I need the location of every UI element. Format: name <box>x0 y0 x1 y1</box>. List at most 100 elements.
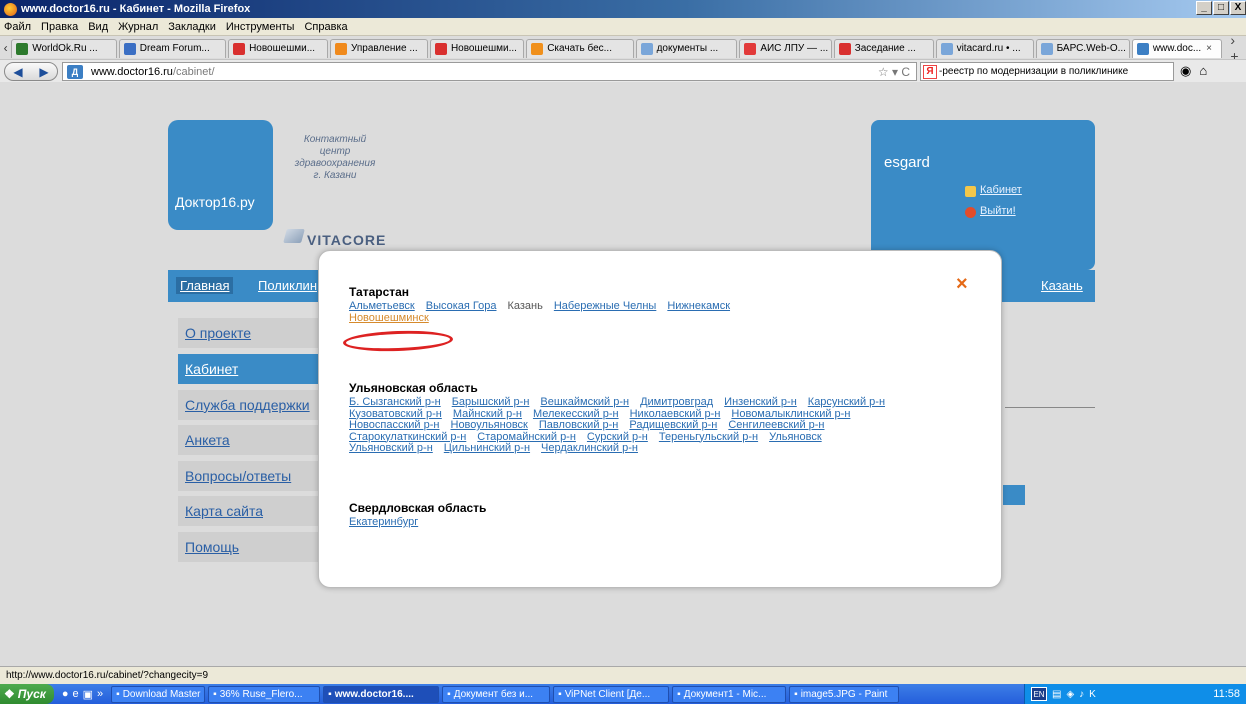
city-link[interactable]: Инзенский р-н <box>724 396 797 408</box>
city-link[interactable]: Ульяновск <box>769 431 822 443</box>
back-arrow-icon[interactable]: ◀ <box>13 65 22 79</box>
city-link[interactable]: Б. Сызганский р-н <box>349 396 441 408</box>
language-indicator[interactable]: EN <box>1031 687 1047 701</box>
logo-block[interactable] <box>168 120 273 230</box>
city-link[interactable]: Кузоватовский р-н <box>349 408 442 420</box>
city-link[interactable]: Ульяновский р-н <box>349 442 433 454</box>
taskbar-button[interactable]: ▪ www.doctor16.... <box>323 685 440 703</box>
browser-tab[interactable]: vitacard.ru • ... <box>935 38 1034 58</box>
tab-close-icon[interactable]: × <box>1206 43 1212 54</box>
forward-arrow-icon[interactable]: ▶ <box>39 65 48 79</box>
city-link[interactable]: Новошешминск <box>349 312 429 324</box>
tagline-line: Контактный <box>303 134 367 145</box>
city-link[interactable]: Димитровград <box>640 396 713 408</box>
menu-file[interactable]: Файл <box>4 21 31 33</box>
browser-tab[interactable]: документы ... <box>635 38 738 58</box>
city-link[interactable]: Сурский р-н <box>587 431 648 443</box>
site-logo[interactable]: Доктор16.ру <box>175 194 255 210</box>
browser-tab[interactable]: Скачать бес... <box>526 38 634 58</box>
tray-volume-icon[interactable]: ♪ <box>1079 689 1084 700</box>
city-link[interactable]: Нижнекамск <box>667 300 730 312</box>
divider <box>1005 407 1095 408</box>
browser-tab[interactable]: Заседание ... <box>833 38 934 58</box>
menu-help[interactable]: Справка <box>304 21 347 33</box>
sidebar-item[interactable]: Анкета <box>178 425 318 455</box>
menu-view[interactable]: Вид <box>88 21 108 33</box>
menu-edit[interactable]: Правка <box>41 21 78 33</box>
city-link[interactable]: Барышский р-н <box>452 396 530 408</box>
city-link[interactable]: Сенгилеевский р-н <box>728 419 824 431</box>
browser-tab[interactable]: Управление ... <box>329 38 428 58</box>
nav-main[interactable]: Главная <box>176 277 234 294</box>
browser-tab[interactable]: www.doc... × <box>1131 38 1223 58</box>
tab-favicon-icon <box>1136 42 1149 55</box>
menu-bookmarks[interactable]: Закладки <box>168 21 216 33</box>
tray-shield-icon[interactable]: ◈ <box>1066 689 1074 700</box>
city-link[interactable]: Вешкаймский р-н <box>540 396 629 408</box>
city-link[interactable]: Новоспасский р-н <box>349 419 440 431</box>
city-link[interactable]: Цильнинский р-н <box>444 442 530 454</box>
menu-history[interactable]: Журнал <box>118 21 158 33</box>
browser-icon[interactable]: ● <box>62 688 69 701</box>
browser-tab[interactable]: WorldOk.Ru ... <box>11 38 117 58</box>
logout-link[interactable]: Выйти! <box>980 205 1016 217</box>
browser-tab[interactable]: Новошешми... <box>228 38 328 58</box>
search-input[interactable]: -реестр по модернизации в поликлинике <box>939 66 1128 77</box>
start-button[interactable]: ❖ Пуск <box>0 684 54 704</box>
sidebar-item[interactable]: Помощь <box>178 532 318 562</box>
ie-icon[interactable]: e <box>72 688 78 701</box>
cabinet-link[interactable]: Кабинет <box>980 184 1022 196</box>
browser-tab[interactable]: АИС ЛПУ — ... <box>739 38 832 58</box>
city-link[interactable]: Старокулаткинский р-н <box>349 431 466 443</box>
browser-tab[interactable]: Новошешми... <box>429 38 525 58</box>
logout-icon <box>965 207 976 218</box>
tray-network-icon[interactable]: ▤ <box>1052 689 1061 700</box>
quick-launch-chevron[interactable]: » <box>97 688 103 701</box>
nav-clinic[interactable]: Поликлин <box>258 278 317 293</box>
taskbar-button[interactable]: ▪ 36% Ruse_Flero... <box>208 685 321 703</box>
taskbar-button[interactable]: ▪ Download Master <box>111 685 206 703</box>
tab-scroll-left-icon[interactable]: ‹ <box>0 41 11 55</box>
desktop-icon[interactable]: ▣ <box>83 688 93 701</box>
search-bar[interactable]: Я -реестр по модернизации в поликлинике <box>920 62 1174 81</box>
browser-tab[interactable]: Dream Forum... <box>118 38 227 58</box>
sidebar-item[interactable]: Карта сайта <box>178 496 318 526</box>
taskbar-button[interactable]: ▪ Документ без и... <box>442 685 551 703</box>
close-window-button[interactable]: X <box>1230 1 1246 15</box>
city-link[interactable]: Павловский р-н <box>539 419 619 431</box>
sidebar-item[interactable]: Вопросы/ответы <box>178 461 318 491</box>
city-link[interactable]: Старомайнский р-н <box>477 431 576 443</box>
city-link[interactable]: Николаевский р-н <box>630 408 721 420</box>
sidebar-item[interactable]: Служба поддержки <box>178 390 318 420</box>
url-bar[interactable]: Д www.doctor16.ru/cabinet/ ☆ ▾ C <box>62 62 917 81</box>
city-link[interactable]: Карсунский р-н <box>808 396 885 408</box>
city-link[interactable]: Альметьевск <box>349 300 415 312</box>
sidebar-item[interactable]: О проекте <box>178 318 318 348</box>
city-link[interactable]: Чердаклинский р-н <box>541 442 638 454</box>
city-link[interactable]: Тереньгульский р-н <box>659 431 758 443</box>
city-link[interactable]: Высокая Гора <box>426 300 497 312</box>
city-link[interactable]: Радищевский р-н <box>629 419 717 431</box>
home-icon[interactable]: ⌂ <box>1199 63 1207 79</box>
maximize-button[interactable]: □ <box>1213 1 1229 15</box>
taskbar-button[interactable]: ▪ ViPNet Client [Де... <box>553 685 670 703</box>
menu-tools[interactable]: Инструменты <box>226 21 295 33</box>
city-link[interactable]: Мелекесский р-н <box>533 408 619 420</box>
city-link[interactable]: Новомалыклинский р-н <box>731 408 850 420</box>
city-link[interactable]: Екатеринбург <box>349 516 418 528</box>
taskbar-button[interactable]: ▪ image5.JPG - Paint <box>789 685 900 703</box>
city-link[interactable]: Набережные Челны <box>554 300 656 312</box>
browser-tab[interactable]: БАРС.Web-О... <box>1035 38 1130 58</box>
minimize-button[interactable]: _ <box>1196 1 1212 15</box>
bookmark-star-icon[interactable]: ☆ ▾ C <box>878 65 910 79</box>
addon-icon[interactable]: ◉ <box>1180 63 1191 79</box>
tray-antivirus-icon[interactable]: K <box>1089 689 1096 700</box>
city-link[interactable]: Майнский р-н <box>453 408 522 420</box>
sidebar-item[interactable]: Кабинет <box>178 354 318 384</box>
tab-label: WorldOk.Ru ... <box>32 43 98 54</box>
nav-city[interactable]: Казань <box>1041 278 1083 293</box>
city-link[interactable]: Новоульяновск <box>451 419 528 431</box>
taskbar-button[interactable]: ▪ Документ1 - Mic... <box>672 685 787 703</box>
url-domain: www.doctor16.ru <box>91 65 173 78</box>
close-icon[interactable]: × <box>956 273 968 296</box>
